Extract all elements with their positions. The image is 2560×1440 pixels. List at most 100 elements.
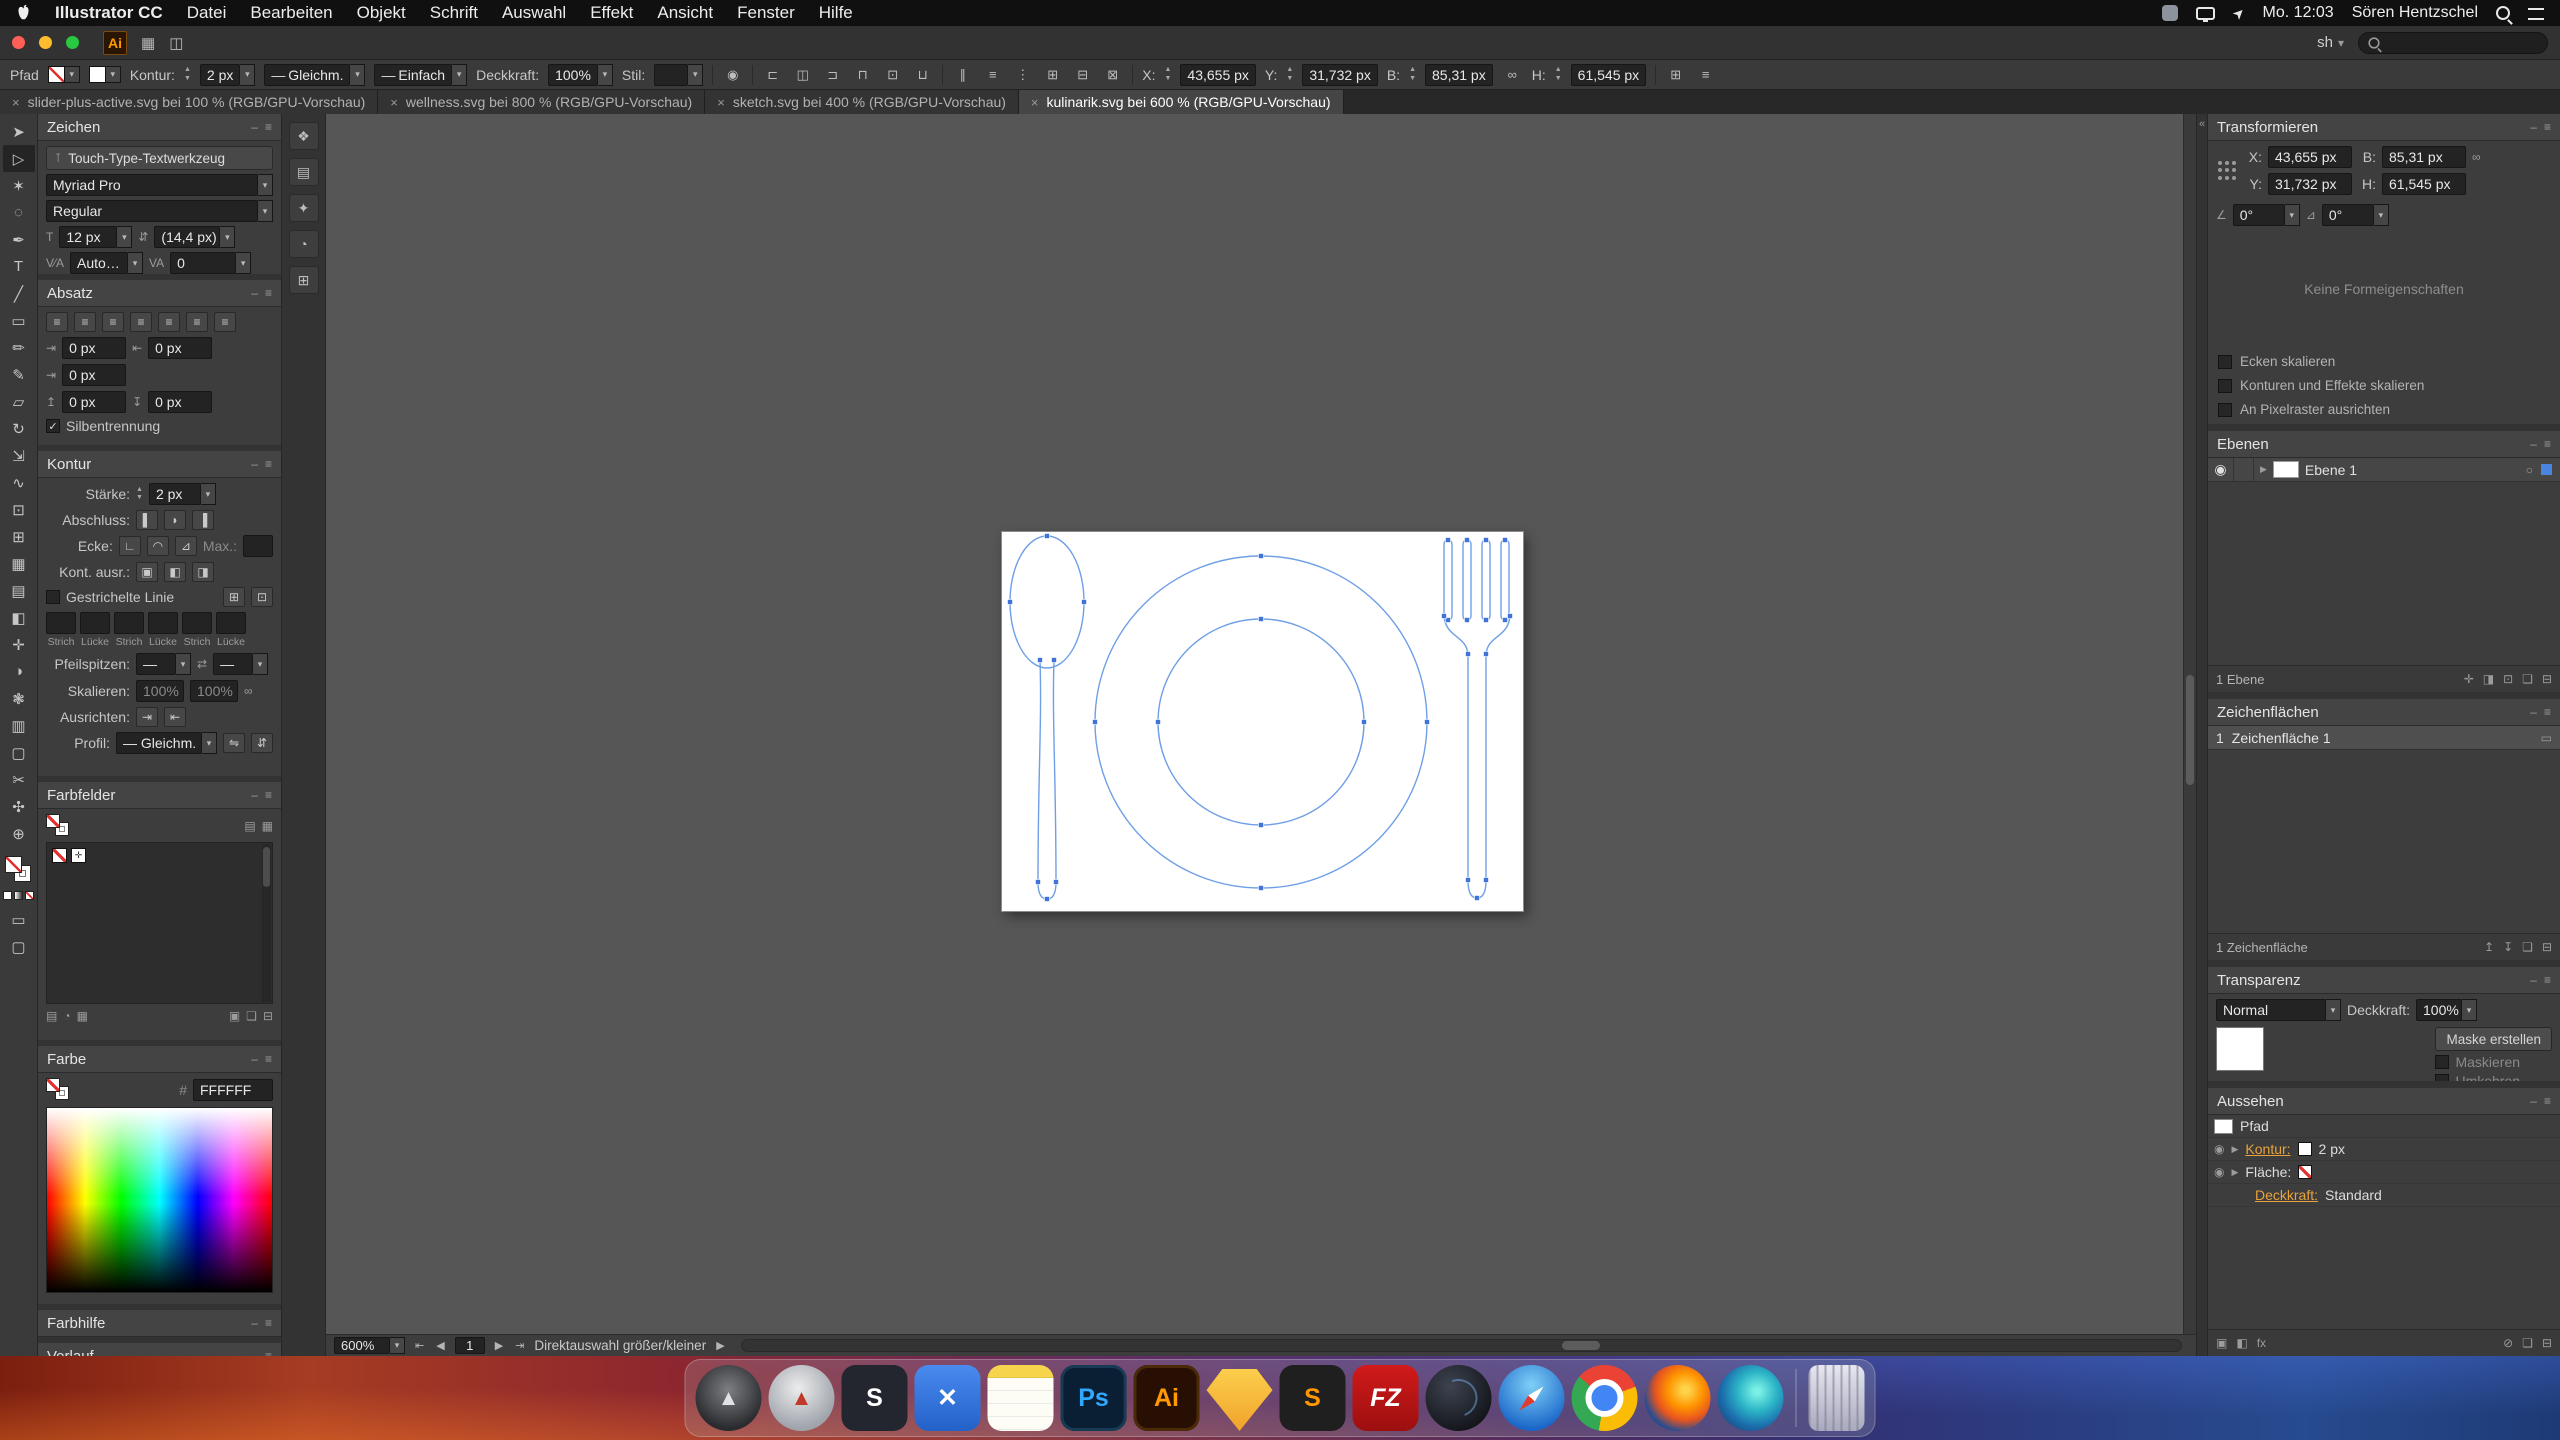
panel-menu-icon[interactable]: ≡ <box>2544 120 2551 134</box>
tracking-dropdown[interactable]: 0▾ <box>170 252 251 274</box>
reference-point-locator[interactable] <box>2216 160 2238 182</box>
align-right-button[interactable]: ≡ <box>102 312 124 332</box>
dash-preset-2-button[interactable]: ⊡ <box>251 587 273 607</box>
gradient-tool[interactable]: ◧ <box>3 604 35 631</box>
fill-label[interactable]: Fläche: <box>2245 1164 2291 1180</box>
color-button[interactable] <box>3 891 12 900</box>
vertical-scrollbar[interactable] <box>2183 114 2196 1334</box>
fork-tine-path[interactable] <box>1463 540 1471 620</box>
menu-schrift[interactable]: Schrift <box>430 3 478 23</box>
gradient-button[interactable] <box>14 891 23 900</box>
clear-appearance-icon[interactable]: ⊘ <box>2503 1336 2513 1350</box>
show-kinds-icon[interactable]: ▦ <box>77 1009 88 1023</box>
symbol-sprayer-tool[interactable]: ❃ <box>3 685 35 712</box>
left-indent-field[interactable]: 0 px <box>62 337 126 359</box>
color-themes-icon[interactable]: ◔ <box>63 1009 70 1023</box>
align-to-selection-icon[interactable]: ⊞ <box>1042 65 1063 85</box>
align-stroke-center-button[interactable]: ▣ <box>136 562 158 582</box>
grid-view-icon[interactable]: ▦ <box>262 819 273 833</box>
collapse-icon[interactable]: – <box>2530 705 2537 719</box>
arrow-align-end-button[interactable]: ⇤ <box>164 707 186 727</box>
display-icon[interactable] <box>2196 7 2215 20</box>
tab-wellness[interactable]: ×wellness.svg bei 800 % (RGB/GPU-Vorscha… <box>378 90 705 114</box>
stroke-attribute-row[interactable]: ◉ ▶ Kontur: 2 px <box>2208 1138 2560 1161</box>
swatch-scrollbar[interactable] <box>262 844 271 1002</box>
blend-mode-dropdown[interactable]: Normal▾ <box>2216 999 2341 1021</box>
constrain-proportions-icon[interactable]: ∞ <box>1502 65 1523 85</box>
collapse-icon[interactable]: – <box>251 120 258 134</box>
brush-dropdown[interactable]: — Einfach▾ <box>374 64 467 86</box>
expand-icon[interactable]: ▶ <box>2231 1144 2238 1155</box>
link-scale-icon[interactable]: ∞ <box>244 684 253 698</box>
selection-indicator[interactable] <box>2541 464 2552 475</box>
spoon-handle-path[interactable] <box>1038 660 1056 899</box>
fork-tine-path[interactable] <box>1482 540 1490 620</box>
visibility-icon[interactable]: ◉ <box>2214 1165 2224 1179</box>
align-center-icon[interactable]: ◫ <box>792 65 813 85</box>
delete-swatch-icon[interactable]: ⊟ <box>263 1009 273 1023</box>
font-size-dropdown[interactable]: 12 px▾ <box>59 226 132 248</box>
hyphenation-checkbox[interactable]: ✓ <box>46 419 60 433</box>
opacity-dropdown[interactable]: 100%▾ <box>2416 999 2477 1021</box>
make-clipping-mask-icon[interactable]: ◨ <box>2483 672 2494 686</box>
fill-stroke-indicator[interactable] <box>4 855 34 885</box>
expand-dock-icon[interactable]: « <box>2199 118 2205 1356</box>
blend-tool[interactable]: ◑ <box>3 658 35 685</box>
join-miter-button[interactable]: ∟ <box>119 536 141 556</box>
cap-square-button[interactable]: ▐ <box>192 510 214 530</box>
height-field[interactable]: 61,545 px <box>1571 64 1647 86</box>
more-options-icon[interactable]: ≡ <box>1695 65 1716 85</box>
new-swatch-icon[interactable]: ❏ <box>246 1009 257 1023</box>
dock-item-launchpad[interactable] <box>696 1365 762 1431</box>
slice-tool[interactable]: ✂ <box>3 766 35 793</box>
dock-item-firefox-dev[interactable] <box>1718 1365 1784 1431</box>
move-artboard-up-icon[interactable]: ↥ <box>2484 940 2494 954</box>
close-icon[interactable]: × <box>717 95 725 110</box>
opacity-attribute-row[interactable]: Deckkraft: Standard <box>2208 1184 2560 1207</box>
rotate-tool[interactable]: ↻ <box>3 415 35 442</box>
scale-strokes-checkbox[interactable] <box>2218 379 2232 393</box>
collapse-icon[interactable]: – <box>2530 1094 2537 1108</box>
panel-menu-icon[interactable]: ≡ <box>265 457 272 471</box>
collapse-icon[interactable]: – <box>251 1349 258 1356</box>
pencil-tool[interactable]: ✎ <box>3 361 35 388</box>
flip-across-button[interactable]: ⇋ <box>223 733 245 753</box>
close-icon[interactable]: × <box>390 95 398 110</box>
y-field[interactable]: 31,732 px <box>1302 64 1378 86</box>
dock-item-firefox[interactable] <box>1645 1365 1711 1431</box>
add-effect-icon[interactable]: fx <box>2257 1336 2266 1350</box>
panel-menu-icon[interactable]: ≡ <box>265 1052 272 1066</box>
dash-3-field[interactable] <box>182 612 212 634</box>
artboard-options-icon[interactable]: ▭ <box>2541 731 2552 745</box>
none-swatch[interactable] <box>52 848 67 863</box>
gap-2-field[interactable] <box>148 612 178 634</box>
tab-slider-plus-active[interactable]: ×slider-plus-active.svg bei 100 % (RGB/G… <box>0 90 378 114</box>
window-zoom-button[interactable] <box>66 36 79 49</box>
align-left-icon[interactable]: ⊏ <box>762 65 783 85</box>
zoom-tool[interactable]: ⊕ <box>3 820 35 847</box>
spotlight-icon[interactable] <box>2496 6 2510 20</box>
profile-dropdown[interactable]: — Gleichm.▾ <box>116 732 217 754</box>
horizontal-scrollbar-thumb[interactable] <box>1562 1341 1600 1350</box>
stroke-link[interactable]: Kontur: <box>2245 1141 2290 1157</box>
gap-3-field[interactable] <box>216 612 246 634</box>
target-icon[interactable]: ○ <box>2526 463 2533 477</box>
rotate-dropdown[interactable]: 0°▾ <box>2233 204 2300 226</box>
dock-item-trash[interactable] <box>1809 1365 1865 1431</box>
font-family-dropdown[interactable]: Myriad Pro▾ <box>46 174 273 196</box>
collapsed-panel-info[interactable]: ◔ <box>289 230 319 258</box>
move-artboard-down-icon[interactable]: ↧ <box>2503 940 2513 954</box>
collapsed-panel-brushes[interactable]: ▤ <box>289 158 319 186</box>
align-top-icon[interactable]: ⊓ <box>852 65 873 85</box>
dock-item-x-app[interactable]: ✕ <box>915 1365 981 1431</box>
vertical-scrollbar-thumb[interactable] <box>2186 675 2194 785</box>
dock-item-sublime-text[interactable]: S <box>1280 1365 1346 1431</box>
hand-tool[interactable]: ✣ <box>3 793 35 820</box>
make-mask-button[interactable]: Maske erstellen <box>2435 1027 2552 1051</box>
panel-menu-icon[interactable]: ≡ <box>265 286 272 300</box>
align-center-button[interactable]: ≡ <box>74 312 96 332</box>
menu-ansicht[interactable]: Ansicht <box>657 3 713 23</box>
panel-menu-icon[interactable]: ≡ <box>2544 437 2551 451</box>
rocket-menu-icon[interactable]: ➤ <box>2229 3 2249 23</box>
align-middle-icon[interactable]: ⊡ <box>882 65 903 85</box>
